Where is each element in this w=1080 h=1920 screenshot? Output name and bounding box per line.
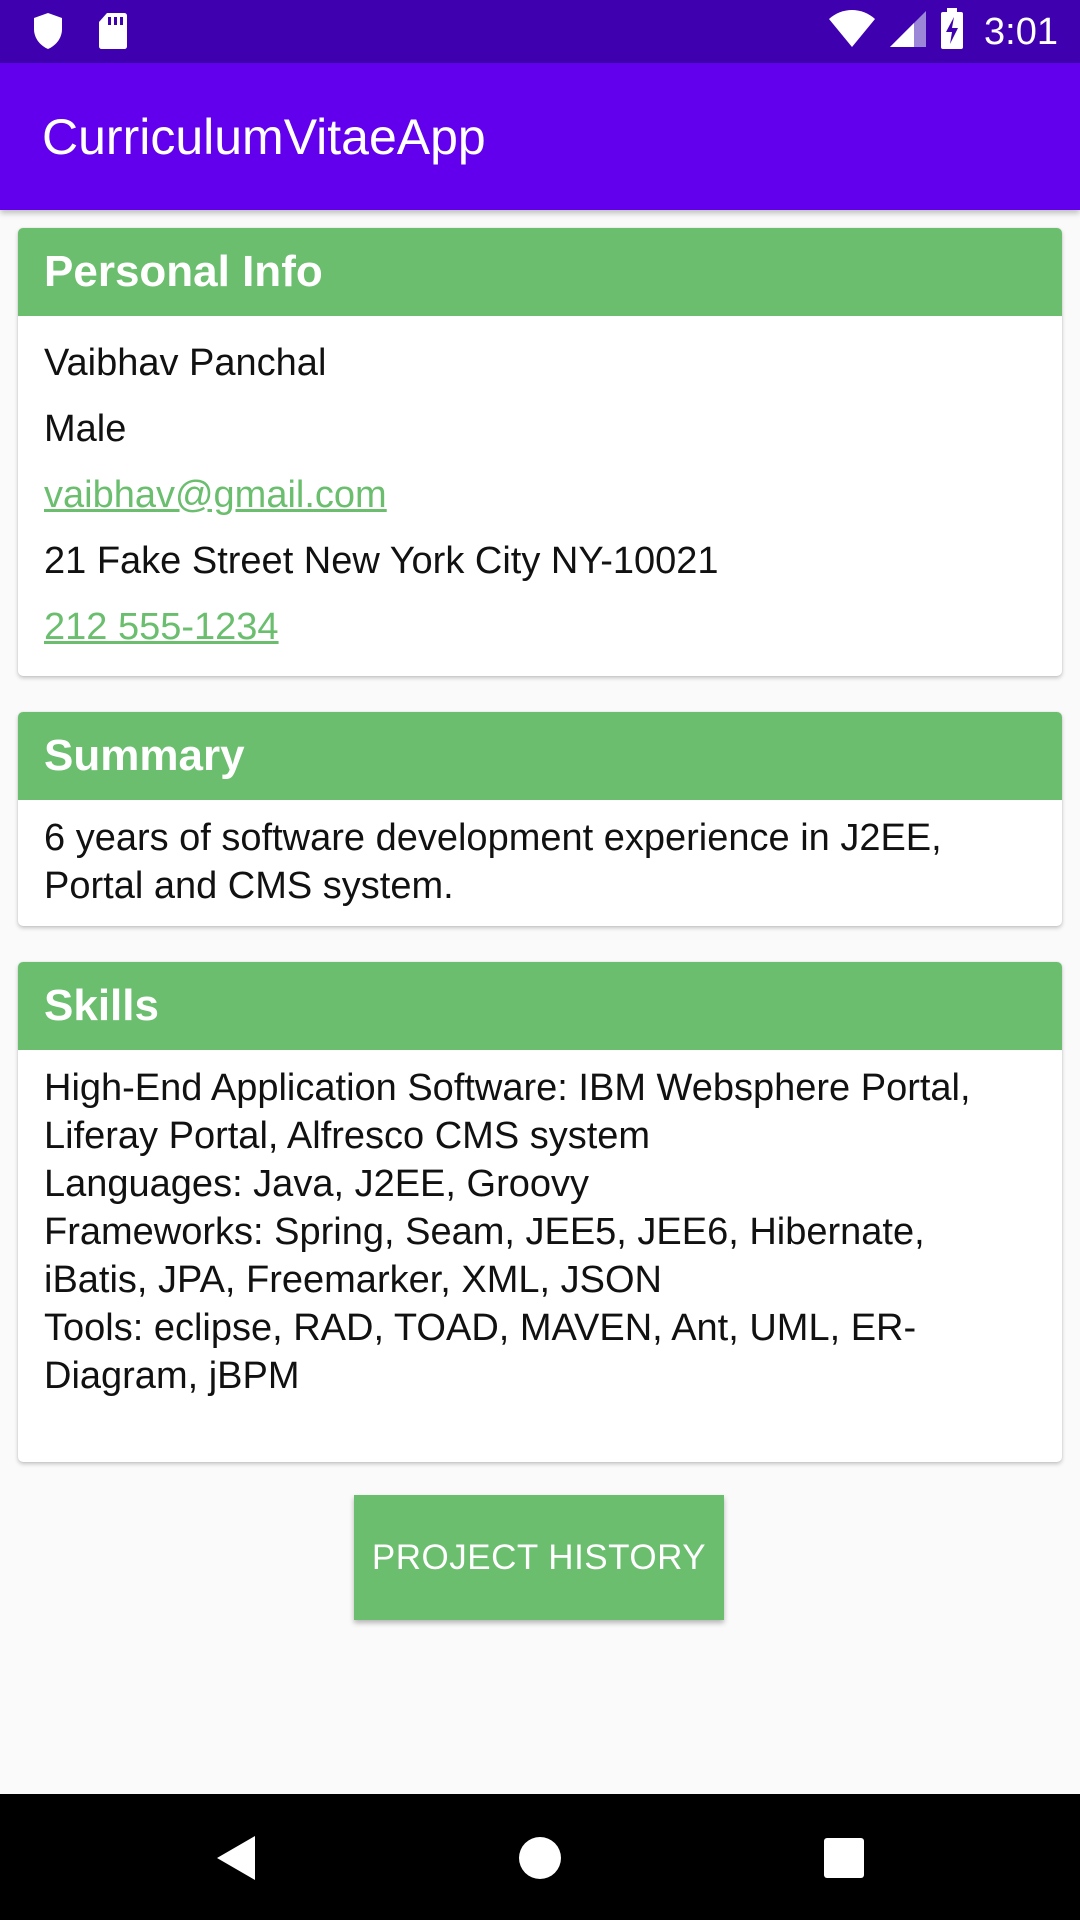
wifi-icon — [828, 9, 876, 54]
address-text: 21 Fake Street New York City NY-10021 — [44, 540, 719, 582]
back-icon[interactable] — [206, 1828, 266, 1888]
personal-info-header: Personal Info — [18, 228, 1062, 316]
email-link[interactable]: vaibhav@gmail.com — [44, 474, 387, 516]
summary-card: Summary 6 years of software development … — [18, 712, 1062, 926]
home-icon[interactable] — [510, 1828, 570, 1888]
battery-charging-icon — [940, 8, 964, 55]
shield-icon — [32, 12, 64, 55]
main-content: Personal Info Vaibhav Panchal Male vaibh… — [18, 228, 1062, 1498]
personal-info-card: Personal Info Vaibhav Panchal Male vaibh… — [18, 228, 1062, 676]
signal-icon — [888, 9, 928, 54]
name-text: Vaibhav Panchal — [44, 342, 327, 384]
app-bar: CurriculumVitaeApp — [0, 63, 1080, 210]
skills-text: High-End Application Software: IBM Websp… — [44, 1067, 971, 1397]
summary-header: Summary — [18, 712, 1062, 800]
summary-text: 6 years of software development experien… — [44, 817, 942, 907]
sd-card-icon — [98, 12, 128, 55]
phone-link[interactable]: 212 555-1234 — [44, 606, 279, 648]
app-title: CurriculumVitaeApp — [42, 109, 486, 165]
status-bar: 3:01 — [0, 0, 1080, 63]
skills-card: Skills High-End Application Software: IB… — [18, 962, 1062, 1462]
recents-icon[interactable] — [814, 1828, 874, 1888]
skills-header: Skills — [18, 962, 1062, 1050]
navigation-bar — [0, 1794, 1080, 1920]
project-history-button[interactable]: PROJECT HISTORY — [354, 1495, 724, 1620]
gender-text: Male — [44, 408, 127, 450]
status-time: 3:01 — [984, 10, 1058, 53]
